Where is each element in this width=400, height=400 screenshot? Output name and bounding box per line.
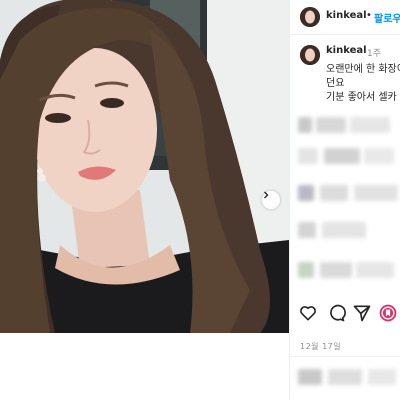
- photo-bottom-area: [0, 333, 289, 400]
- post-side-panel: kinkeal • 팔로우 kinkeal 1주 오랜만에 한 화장이 던요 기…: [289, 0, 400, 400]
- caption-avatar[interactable]: [300, 45, 320, 65]
- next-photo-button[interactable]: [262, 191, 280, 209]
- share-icon[interactable]: [352, 303, 372, 323]
- avatar-image: [300, 7, 320, 27]
- avatar-image: [300, 45, 320, 65]
- blurred-comment: [298, 262, 400, 278]
- post-header: kinkeal • 팔로우: [290, 0, 400, 35]
- separator-dot: •: [366, 10, 372, 21]
- blurred-comment: [298, 369, 400, 385]
- blurred-comment: [298, 222, 400, 238]
- caption-line: 던요: [326, 78, 345, 89]
- selfie-photo: [0, 0, 289, 333]
- caption-line: 오랜만에 한 화장이: [326, 64, 400, 75]
- post-actions: [290, 300, 400, 326]
- post-photo[interactable]: [0, 0, 289, 333]
- heart-icon[interactable]: [298, 303, 318, 323]
- divider: [290, 356, 400, 357]
- bookmark-icon[interactable]: [378, 303, 398, 323]
- follow-button[interactable]: 팔로우: [374, 10, 400, 25]
- author-avatar[interactable]: [300, 7, 320, 27]
- blurred-comment: [298, 117, 400, 133]
- chevron-right-icon: [264, 191, 269, 199]
- post-date[interactable]: 12월 17일: [300, 341, 341, 352]
- blurred-comment: [298, 185, 400, 201]
- caption-time[interactable]: 1주: [367, 46, 381, 59]
- comment-icon[interactable]: [326, 303, 346, 323]
- caption-username[interactable]: kinkeal: [326, 45, 367, 56]
- caption-line: 기분 좋아서 셀카: [326, 92, 397, 103]
- blurred-comment: [298, 148, 400, 164]
- author-username[interactable]: kinkeal: [326, 10, 367, 21]
